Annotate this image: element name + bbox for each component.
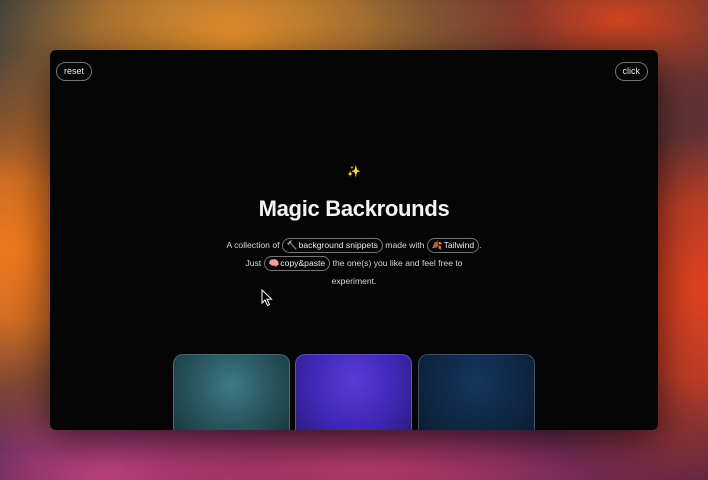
badge-label: Tailwind (443, 240, 475, 250)
desc-text: experiment. (331, 276, 377, 286)
background-gallery (173, 354, 535, 430)
description: A collection of 🔨background snippets mad… (170, 236, 538, 290)
background-card-navy[interactable] (418, 354, 535, 430)
desc-text: Just (245, 258, 262, 268)
desc-text: . (479, 240, 482, 250)
brain-icon: 🧠 (268, 258, 280, 268)
desc-text: made with (385, 240, 425, 250)
page-title: Magic Backrounds (258, 196, 450, 221)
badge-label: background snippets (298, 240, 378, 250)
desc-text: A collection of (226, 240, 280, 250)
leaf-icon: 🍂 (431, 240, 443, 250)
desc-text: the one(s) you like and feel free to (332, 258, 463, 268)
app-window: reset click ✨ Magic Backrounds A collect… (50, 50, 658, 430)
tailwind-badge[interactable]: 🍂Tailwind (426, 238, 480, 253)
background-snippets-badge[interactable]: 🔨background snippets (281, 238, 383, 253)
copy-paste-badge[interactable]: 🧠copy&paste (263, 256, 331, 271)
background-card-teal[interactable] (173, 354, 290, 430)
badge-label: copy&paste (280, 258, 326, 268)
click-button[interactable]: click (614, 62, 648, 81)
background-card-violet[interactable] (295, 354, 412, 430)
hammer-icon: 🔨 (286, 240, 298, 250)
sparkle-icon: ✨ (347, 166, 361, 178)
mouse-pointer-icon (261, 289, 273, 307)
reset-button[interactable]: reset (56, 62, 93, 81)
